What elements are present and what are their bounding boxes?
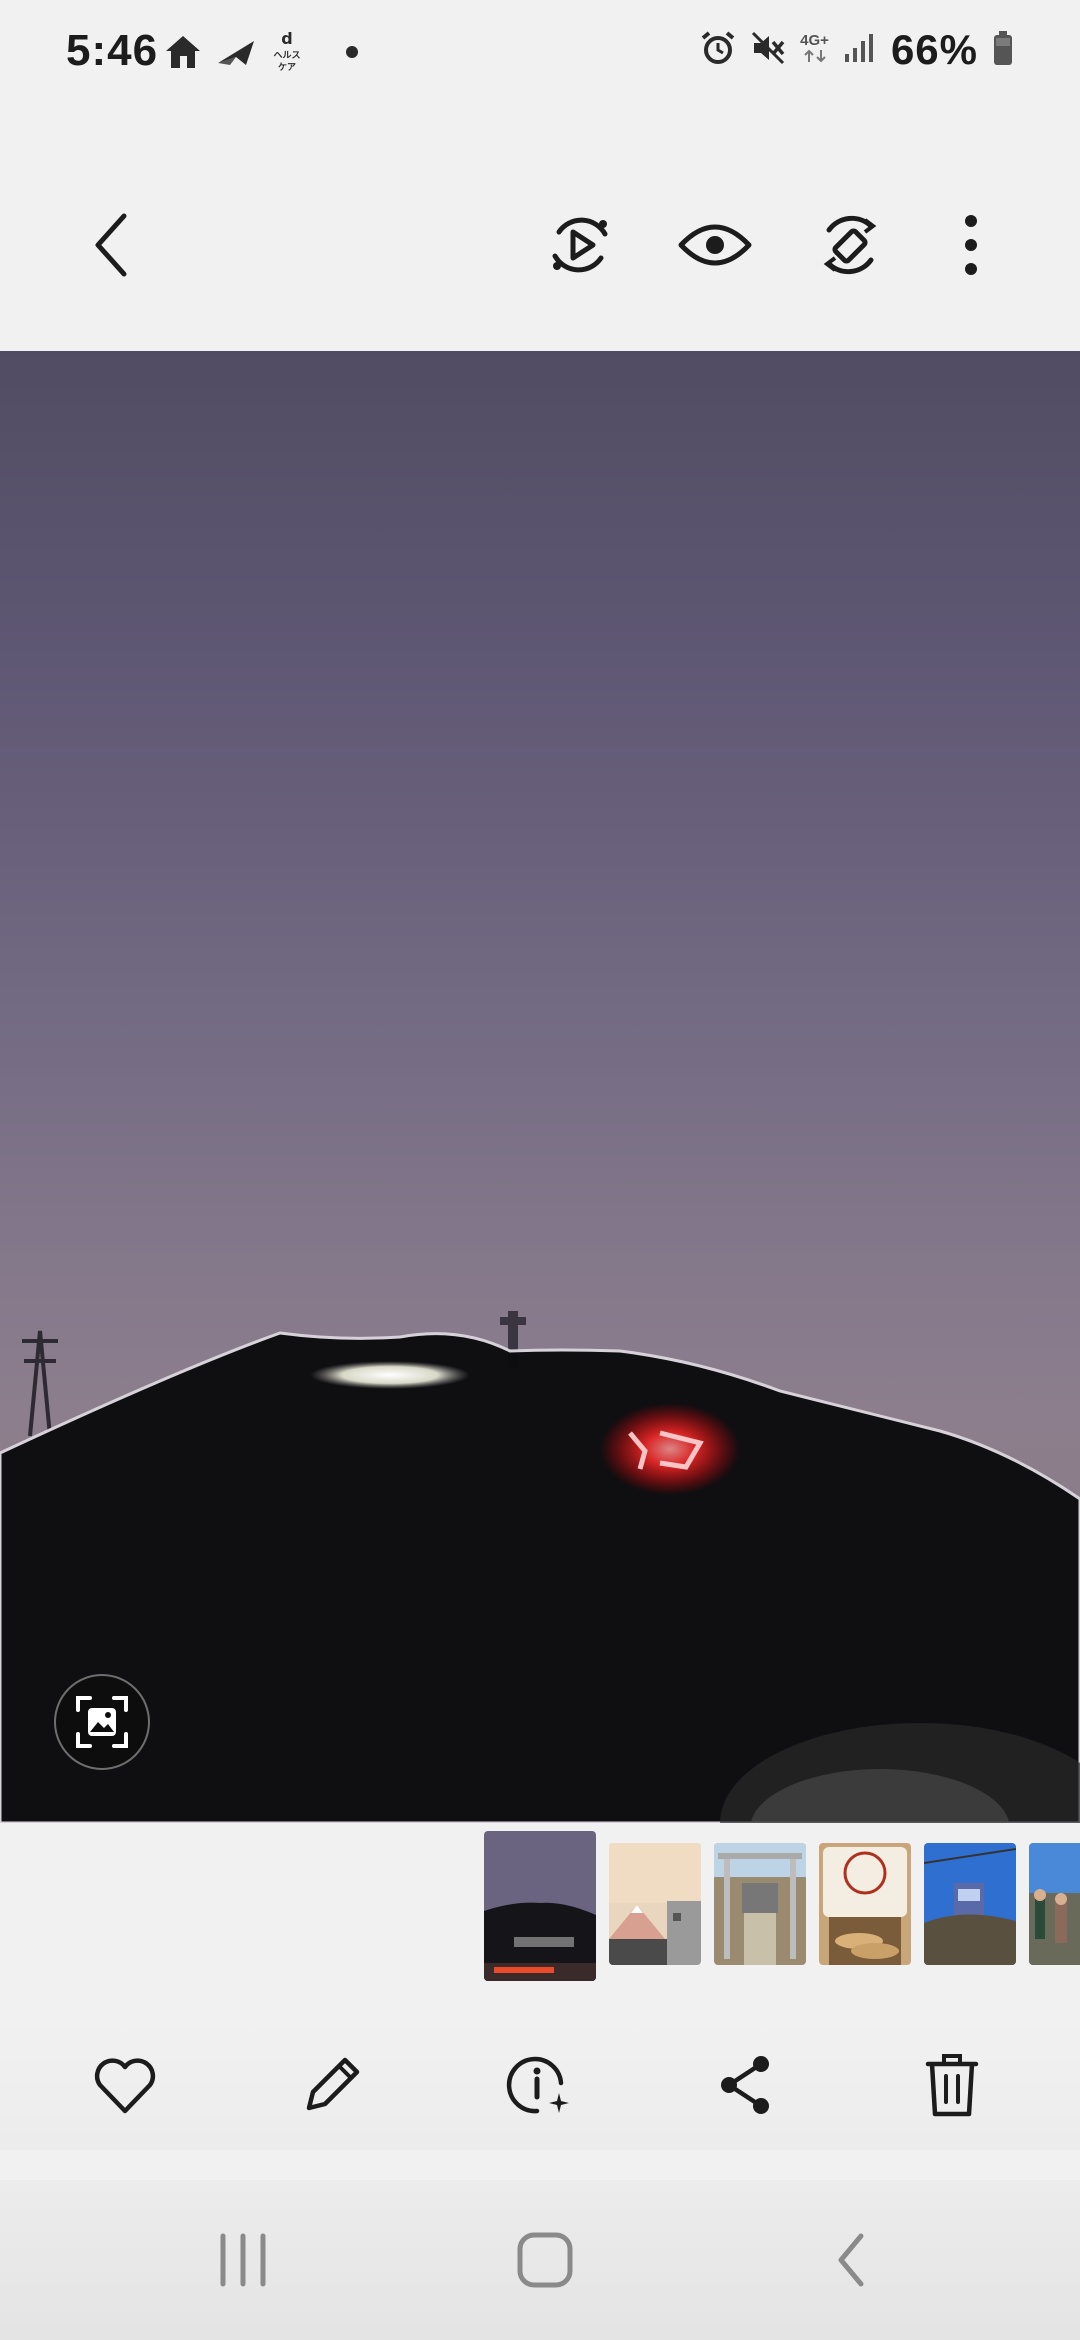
share-button[interactable] [700,2040,790,2130]
visual-lookup-button[interactable] [54,1674,150,1770]
thumb-dusk-mountain[interactable] [484,1831,596,1981]
recents-icon [220,2233,266,2287]
info-button[interactable] [494,2040,584,2130]
share-icon [721,2056,769,2114]
remaster-play-icon [552,217,608,273]
bottom-actions [0,2020,1080,2150]
svg-text:ケア: ケア [278,62,296,73]
home-button-icon [517,2232,573,2288]
alarm-icon [700,30,736,71]
battery-percent: 66% [890,26,978,73]
status-left-icons: d ヘルス ケア [164,28,358,76]
notification-dot [346,46,358,58]
home-icon [164,34,202,70]
nav-back-button[interactable] [806,2220,896,2300]
thumb-hikers[interactable] [1029,1843,1080,1965]
delete-button[interactable] [907,2040,997,2130]
edit-button[interactable] [287,2040,377,2130]
trash-icon [925,2054,979,2117]
thumb-mount-fuji[interactable] [609,1843,701,1965]
photo-viewer[interactable] [0,351,1080,1823]
top-toolbar [0,160,1080,330]
recents-button[interactable] [198,2220,288,2300]
info-icon [506,2056,569,2114]
status-bar: 5:46 d ヘルス ケア 4G+ 66% [0,0,1080,100]
more-options-icon [965,215,977,275]
remaster-play-button[interactable] [535,200,625,290]
status-time: 5:46 [66,26,159,75]
back-icon [95,213,127,277]
thumb-shrine-offerings[interactable] [819,1843,911,1965]
filmstrip [0,1823,1080,1993]
back-button[interactable] [66,200,156,290]
svg-text:d: d [281,30,292,48]
thumb-torii-gate[interactable] [714,1843,806,1965]
network-type: 4G+ [800,33,829,67]
photo-image [0,1311,1080,1823]
mute-icon [750,30,786,71]
edit-pencil-icon [306,2057,360,2111]
home-button[interactable] [500,2220,590,2300]
d-health-icon: d ヘルス ケア [270,30,302,74]
rotate-button[interactable] [805,200,895,290]
favorite-button[interactable] [80,2040,170,2130]
image-scan-icon [76,1696,128,1748]
navigation-bar [0,2180,1080,2340]
paper-plane-icon [216,37,256,67]
status-right-icons: 4G+ 66% [700,22,1014,78]
network-type-label: 4G+ [800,32,829,49]
rotate-icon [823,215,877,275]
signal-icon [843,32,877,69]
eye-icon [678,224,752,266]
battery-icon [992,30,1014,71]
nav-back-icon [838,2233,864,2287]
view-button[interactable] [670,200,760,290]
heart-icon [94,2058,156,2114]
svg-text:ヘルス: ヘルス [273,50,300,61]
thumb-ropeway[interactable] [924,1843,1016,1965]
more-options-button[interactable] [926,200,1016,290]
